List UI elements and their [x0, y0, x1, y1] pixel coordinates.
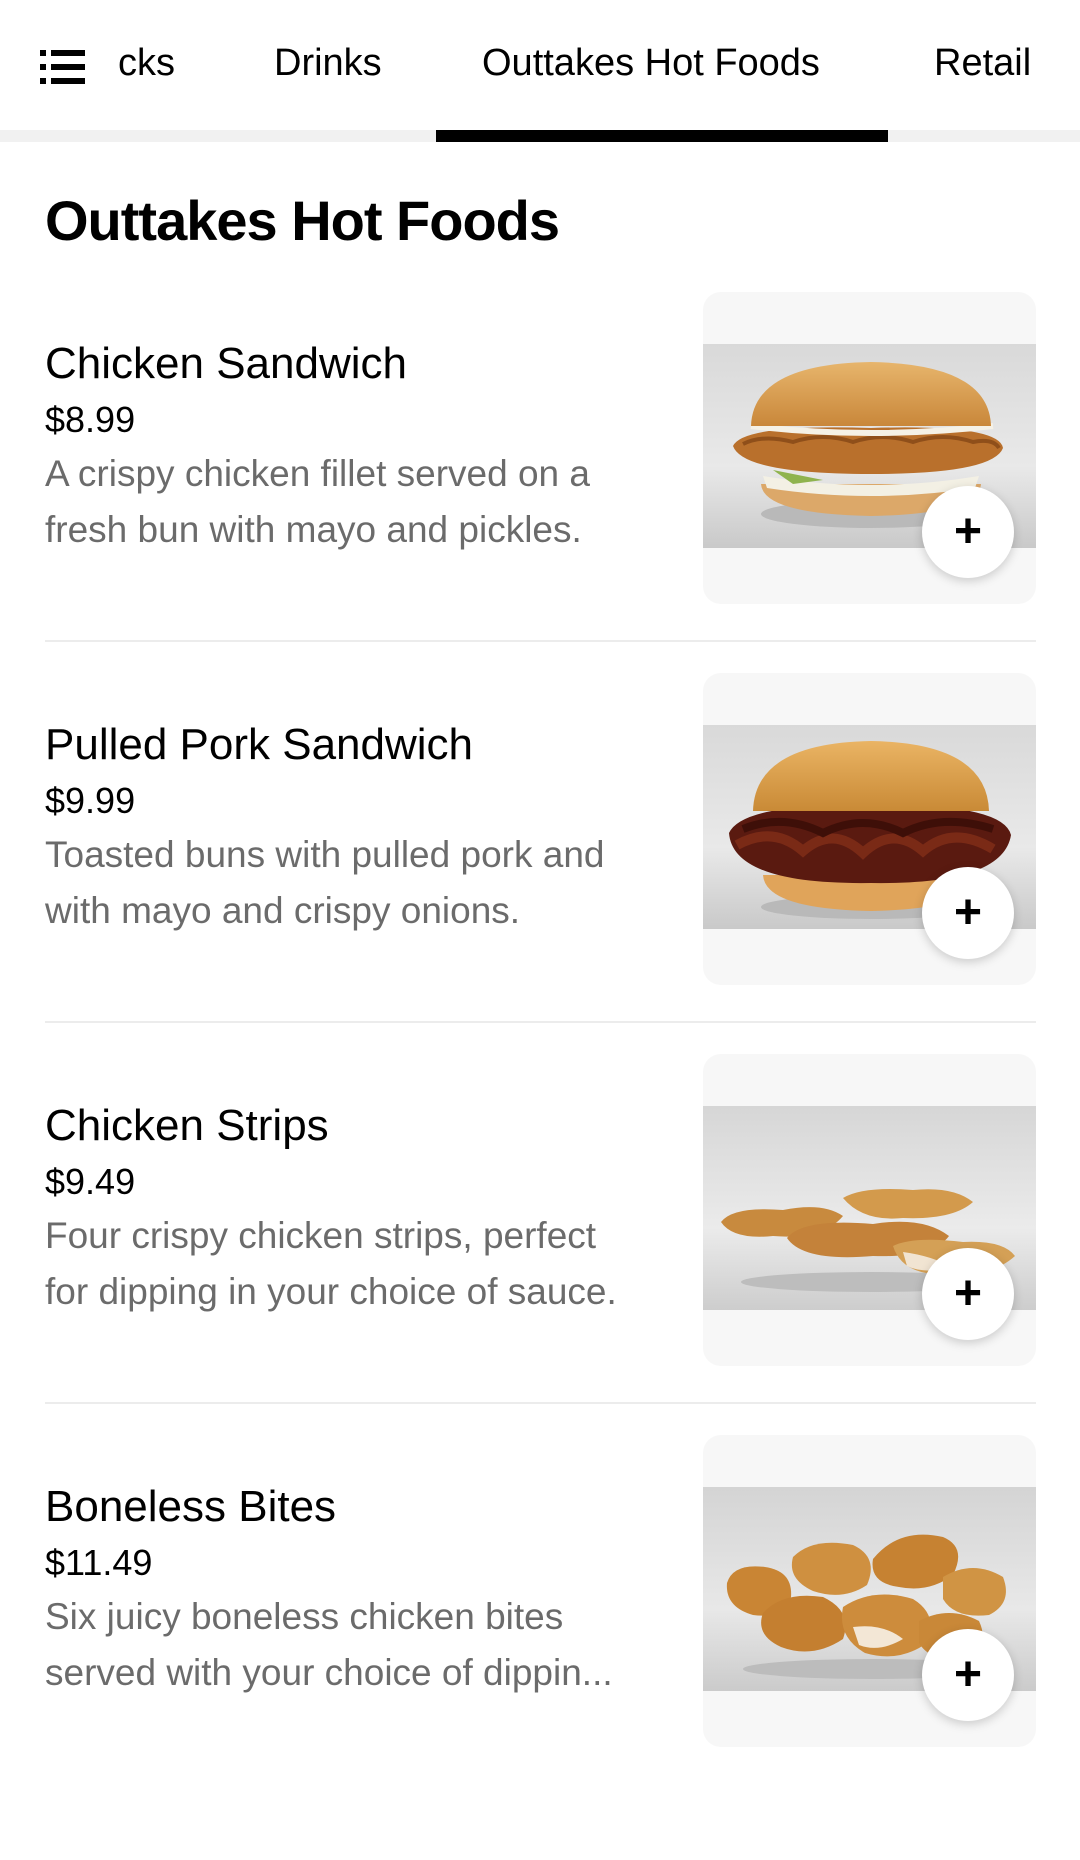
menu-item-pulled-pork-sandwich[interactable]: Pulled Pork Sandwich $9.99 Toasted buns … — [0, 673, 1080, 1098]
add-to-cart-button[interactable]: + — [922, 867, 1014, 959]
plus-icon: + — [953, 1267, 983, 1320]
item-divider — [45, 1021, 1036, 1023]
add-to-cart-button[interactable]: + — [922, 1248, 1014, 1340]
item-description: Four crispy chicken strips, perfect for … — [45, 1215, 617, 1312]
item-name: Chicken Sandwich — [45, 339, 407, 388]
item-name: Pulled Pork Sandwich — [45, 720, 474, 769]
category-tab-bar: cks Drinks Outtakes Hot Foods Retail — [0, 0, 1080, 130]
add-to-cart-button[interactable]: + — [922, 486, 1014, 578]
item-price: $8.99 — [45, 399, 136, 440]
item-name: Boneless Bites — [45, 1482, 337, 1531]
menu-item-chicken-sandwich[interactable]: Chicken Sandwich $8.99 A crispy chicken … — [0, 292, 1080, 717]
tab-drinks[interactable]: Drinks — [274, 38, 382, 88]
item-divider — [45, 1402, 1036, 1404]
tab-snacks[interactable]: cks — [118, 38, 198, 88]
plus-icon: + — [953, 505, 983, 558]
tab-retail[interactable]: Retail — [934, 38, 1031, 88]
menu-item-chicken-strips[interactable]: Chicken Strips $9.49 Four crispy chicken… — [0, 1054, 1080, 1479]
section-title: Outtakes Hot Foods — [45, 189, 560, 252]
add-to-cart-button[interactable]: + — [922, 1629, 1014, 1721]
menu-item-boneless-bites[interactable]: Boneless Bites $11.49 Six juicy boneless… — [0, 1435, 1080, 1860]
item-divider — [45, 640, 1036, 642]
item-description: Six juicy boneless chicken bites served … — [45, 1596, 613, 1693]
plus-icon: + — [953, 1648, 983, 1701]
tab-outtakes-hot-foods[interactable]: Outtakes Hot Foods — [482, 38, 820, 88]
active-tab-indicator — [436, 130, 888, 142]
list-menu-icon[interactable] — [40, 48, 90, 88]
item-price: $9.99 — [45, 780, 136, 821]
item-name: Chicken Strips — [45, 1101, 329, 1150]
item-price: $9.49 — [45, 1161, 136, 1202]
item-description: Toasted buns with pulled pork and with m… — [45, 834, 605, 931]
item-price: $11.49 — [45, 1542, 153, 1583]
item-description: A crispy chicken fillet served on a fres… — [45, 453, 590, 550]
plus-icon: + — [953, 886, 983, 939]
